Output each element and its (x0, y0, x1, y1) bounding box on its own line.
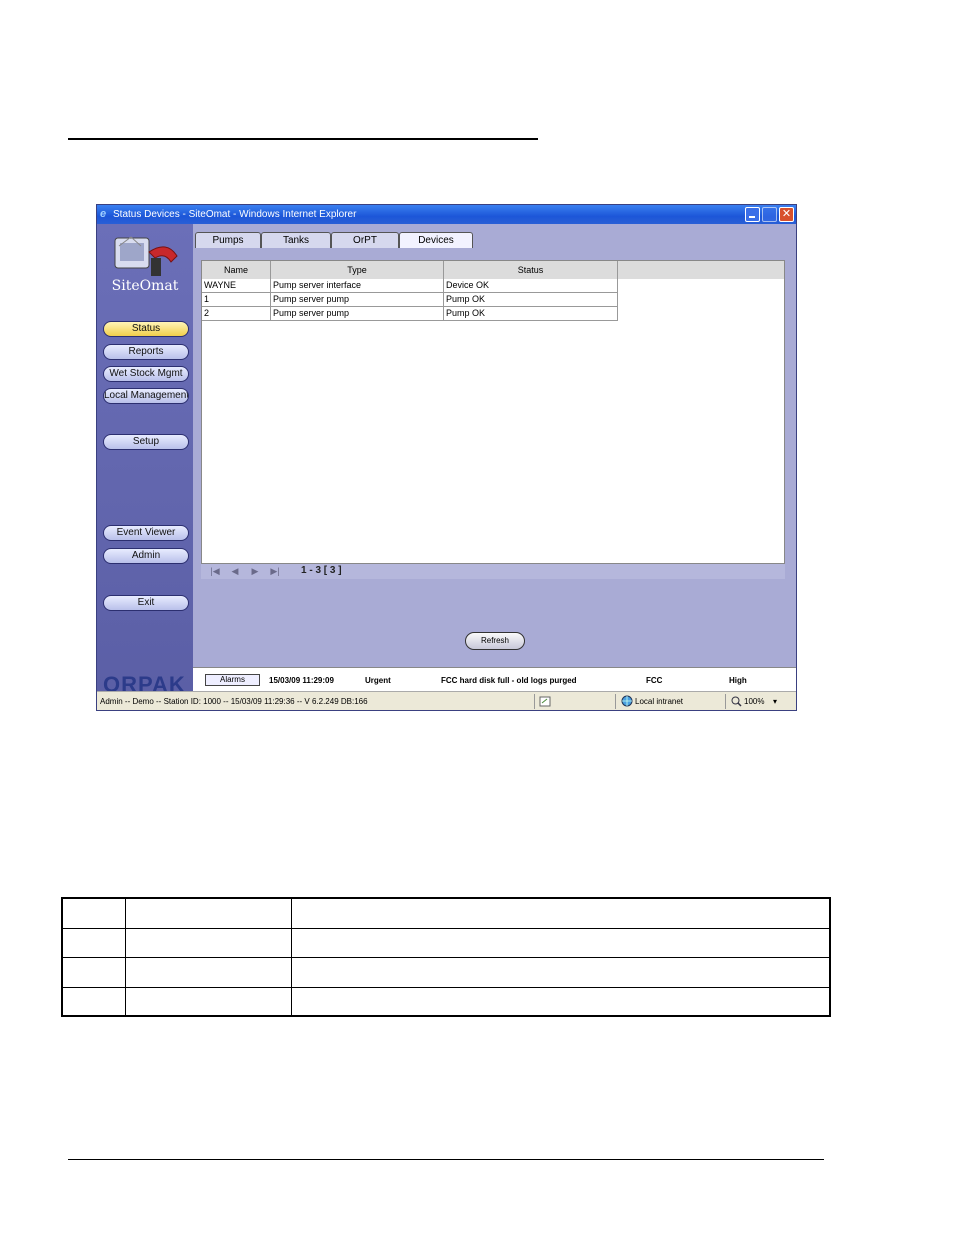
zoom-dropdown-icon[interactable]: ▾ (773, 692, 777, 710)
cell-type: Pump server interface (271, 279, 444, 293)
globe-icon (621, 695, 633, 707)
exit-button[interactable]: Exit (103, 595, 189, 611)
window-title: Status Devices - SiteOmat - Windows Inte… (113, 209, 357, 220)
fuel-nozzle-logo-icon (114, 236, 178, 276)
table-rule (63, 928, 829, 929)
status-divider (725, 694, 726, 709)
cell-status: Pump OK (444, 293, 618, 307)
devices-table: Name Type Status WAYNE Pump server inter… (201, 260, 785, 564)
document-table (61, 897, 831, 1017)
table-rule (63, 987, 829, 988)
cell-type: Pump server pump (271, 307, 444, 321)
column-header-status[interactable]: Status (444, 261, 618, 279)
first-page-icon[interactable]: |◀ (207, 565, 223, 578)
table-rule (125, 899, 126, 1015)
zoom-icon (731, 696, 742, 707)
alarm-source: FCC (646, 676, 663, 685)
tab-bar: Pumps Tanks OrPT Devices (193, 232, 796, 248)
next-page-icon[interactable]: ▶ (247, 565, 263, 578)
alarm-bar: Alarms 15/03/09 11:29:09 Urgent FCC hard… (193, 667, 796, 691)
title-bar: e Status Devices - SiteOmat - Windows In… (97, 205, 796, 224)
status-info: Admin -- Demo -- Station ID: 1000 -- 15/… (100, 697, 368, 706)
cell-name: WAYNE (202, 279, 271, 293)
nav-status-button[interactable]: Status (103, 321, 189, 337)
status-divider (615, 694, 616, 709)
table-header: Name Type Status (202, 261, 784, 279)
page-icon (539, 696, 551, 707)
nav-event-viewer-button[interactable]: Event Viewer (103, 525, 189, 541)
cell-type: Pump server pump (271, 293, 444, 307)
nav-reports-button[interactable]: Reports (103, 344, 189, 360)
cell-name: 2 (202, 307, 271, 321)
tab-pumps[interactable]: Pumps (195, 232, 261, 248)
tab-orpt[interactable]: OrPT (331, 232, 399, 248)
alarm-time: 15/03/09 11:29:09 (269, 676, 334, 685)
zoom-level[interactable]: 100% (744, 692, 764, 710)
cell-status: Device OK (444, 279, 618, 293)
alarms-button[interactable]: Alarms (205, 674, 260, 686)
nav-local-management-button[interactable]: Local Management (103, 388, 189, 404)
browser-window: e Status Devices - SiteOmat - Windows In… (96, 204, 797, 711)
nav-admin-button[interactable]: Admin (103, 548, 189, 564)
alarm-priority: High (729, 676, 747, 685)
alarm-severity: Urgent (365, 676, 391, 685)
column-header-type[interactable]: Type (271, 261, 444, 279)
table-row[interactable]: 2 Pump server pump Pump OK (202, 307, 618, 321)
nav-wet-stock-button[interactable]: Wet Stock Mgmt (103, 366, 189, 382)
table-row[interactable]: 1 Pump server pump Pump OK (202, 293, 618, 307)
main-content: Pumps Tanks OrPT Devices Name Type Statu… (193, 224, 796, 667)
tab-devices[interactable]: Devices (399, 232, 473, 248)
status-bar: Admin -- Demo -- Station ID: 1000 -- 15/… (97, 691, 796, 710)
tab-tanks[interactable]: Tanks (261, 232, 331, 248)
maximize-button[interactable] (762, 207, 777, 222)
top-rule (68, 138, 538, 140)
pager: |◀ ◀ ▶ ▶| 1 - 3 [ 3 ] (201, 564, 785, 579)
sidebar: SiteOmat Status Reports Wet Stock Mgmt L… (97, 224, 193, 697)
app-logo-text: SiteOmat (111, 278, 179, 294)
nav-setup-button[interactable]: Setup (103, 434, 189, 450)
security-zone: Local intranet (635, 697, 684, 706)
close-button[interactable]: ✕ (779, 207, 794, 222)
ie-icon: e (100, 208, 107, 220)
pager-count: 1 - 3 [ 3 ] (301, 565, 342, 576)
table-rule (63, 957, 829, 958)
table-rule (291, 899, 292, 1015)
alarm-message: FCC hard disk full - old logs purged (441, 676, 577, 685)
column-header-name[interactable]: Name (202, 261, 271, 279)
refresh-button[interactable]: Refresh (465, 632, 525, 650)
cell-name: 1 (202, 293, 271, 307)
footer-rule (68, 1159, 824, 1160)
minimize-button[interactable] (745, 207, 760, 222)
status-divider (534, 694, 535, 709)
table-row[interactable]: WAYNE Pump server interface Device OK (202, 279, 618, 293)
cell-status: Pump OK (444, 307, 618, 321)
prev-page-icon[interactable]: ◀ (227, 565, 243, 578)
last-page-icon[interactable]: ▶| (267, 565, 283, 578)
